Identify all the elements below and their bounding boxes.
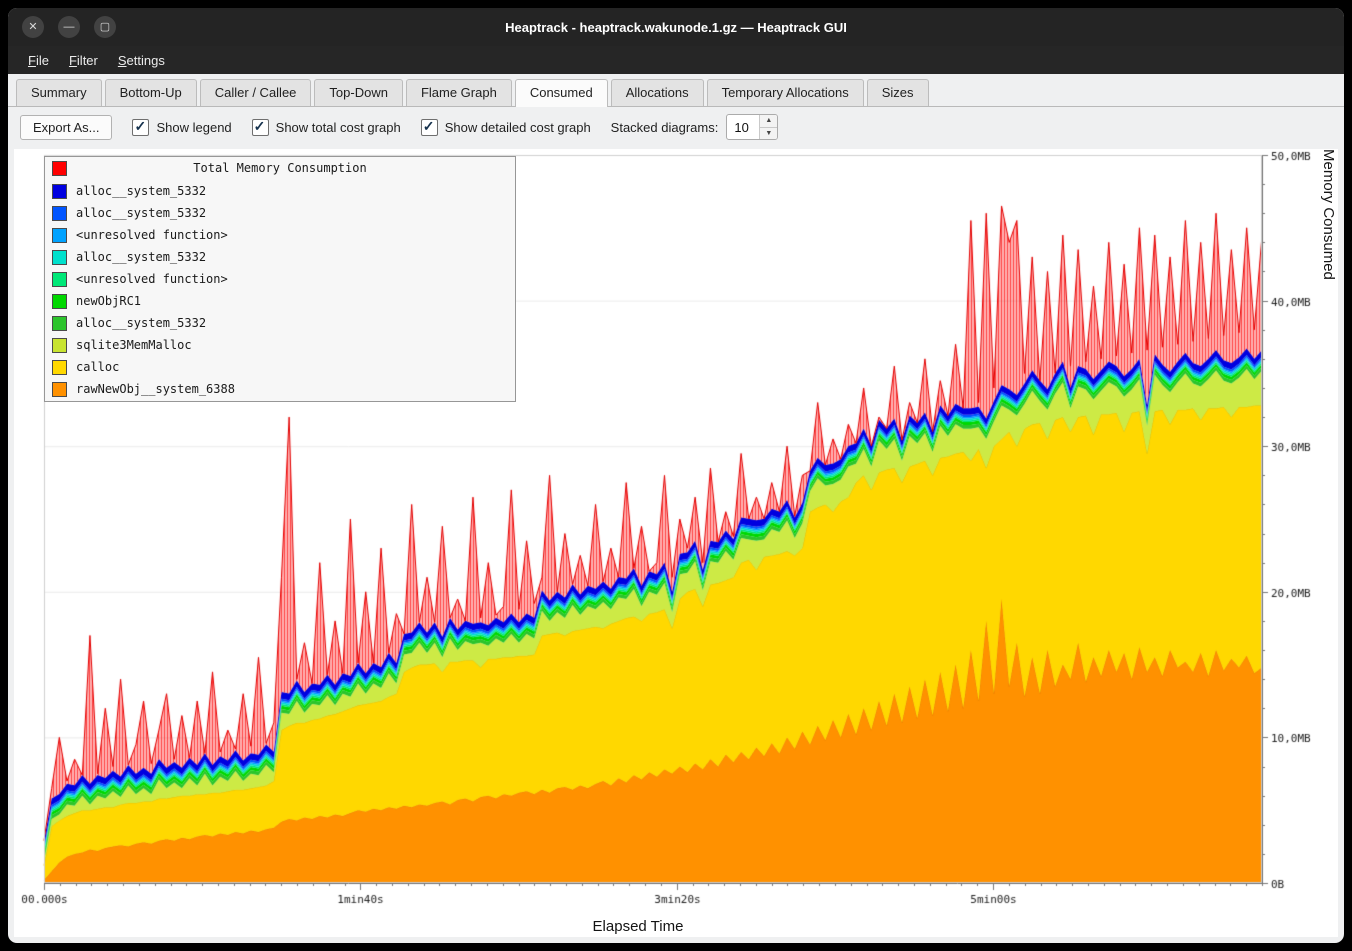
legend-label: alloc__system_5332	[76, 250, 206, 264]
legend-label: alloc__system_5332	[76, 184, 206, 198]
legend-title: Total Memory Consumption	[45, 161, 515, 175]
legend-swatch	[52, 184, 67, 199]
chart-panel: Total Memory Consumption alloc__system_5…	[14, 149, 1338, 937]
menu-settings[interactable]: Settings	[108, 50, 175, 71]
tab-allocations[interactable]: Allocations	[611, 79, 704, 106]
stacked-diagrams-label: Stacked diagrams:	[611, 120, 719, 135]
chart-toolbar: Export As... ✓ Show legend ✓ Show total …	[8, 107, 1344, 147]
legend-swatch	[52, 250, 67, 265]
checkbox-label: Show total cost graph	[276, 120, 401, 135]
legend-label: sqlite3MemMalloc	[76, 338, 192, 352]
checkbox-label: Show detailed cost graph	[445, 120, 591, 135]
show-detailed-cost-checkbox[interactable]: ✓ Show detailed cost graph	[421, 119, 591, 136]
legend-item: <unresolved function>	[45, 224, 515, 246]
tab-consumed[interactable]: Consumed	[515, 79, 608, 107]
stacked-diagrams-control: Stacked diagrams: 10 ▲ ▼	[611, 114, 779, 140]
legend-label: alloc__system_5332	[76, 316, 206, 330]
menu-filter[interactable]: Filter	[59, 50, 108, 71]
tab-sizes[interactable]: Sizes	[867, 79, 929, 106]
close-button[interactable]: ✕	[22, 16, 44, 38]
app-window: ✕ — ▢ Heaptrack - heaptrack.wakunode.1.g…	[8, 8, 1344, 943]
tab-caller-callee[interactable]: Caller / Callee	[200, 79, 312, 106]
legend-item: alloc__system_5332	[45, 180, 515, 202]
tabbar: Summary Bottom-Up Caller / Callee Top-Do…	[8, 74, 1344, 107]
checkmark-icon: ✓	[134, 118, 146, 135]
spin-down-button[interactable]: ▼	[760, 128, 777, 140]
legend-item: alloc__system_5332	[45, 202, 515, 224]
legend-label: <unresolved function>	[76, 272, 228, 286]
tab-temporary-allocations[interactable]: Temporary Allocations	[707, 79, 864, 106]
window-title: Heaptrack - heaptrack.wakunode.1.gz — He…	[8, 20, 1344, 35]
stacked-diagrams-value: 10	[727, 115, 759, 139]
legend-item: sqlite3MemMalloc	[45, 334, 515, 356]
export-as-button[interactable]: Export As...	[20, 115, 112, 140]
chevron-up-icon: ▲	[765, 117, 772, 124]
legend-item: rawNewObj__system_6388	[45, 378, 515, 400]
legend-item: newObjRC1	[45, 290, 515, 312]
menubar: File Filter Settings	[8, 46, 1344, 74]
close-icon: ✕	[28, 22, 37, 33]
maximize-icon: ▢	[100, 22, 110, 33]
legend-title-row: Total Memory Consumption	[45, 158, 515, 180]
legend-item: <unresolved function>	[45, 268, 515, 290]
show-legend-checkbox[interactable]: ✓ Show legend	[132, 119, 231, 136]
legend-swatch	[52, 228, 67, 243]
tab-flame-graph[interactable]: Flame Graph	[406, 79, 512, 106]
checkmark-icon: ✓	[423, 118, 435, 135]
tab-top-down[interactable]: Top-Down	[314, 79, 403, 106]
window-controls: ✕ — ▢	[8, 16, 116, 38]
maximize-button[interactable]: ▢	[94, 16, 116, 38]
spin-up-button[interactable]: ▲	[760, 115, 777, 128]
chevron-down-icon: ▼	[765, 130, 772, 137]
menu-file[interactable]: File	[18, 50, 59, 71]
checkmark-icon: ✓	[254, 118, 266, 135]
legend-label: <unresolved function>	[76, 228, 228, 242]
checkbox-box: ✓	[252, 119, 269, 136]
show-total-cost-checkbox[interactable]: ✓ Show total cost graph	[252, 119, 401, 136]
legend-swatch	[52, 338, 67, 353]
legend-swatch	[52, 206, 67, 221]
legend-swatch	[52, 360, 67, 375]
legend-label: alloc__system_5332	[76, 206, 206, 220]
legend-swatch	[52, 382, 67, 397]
legend-item: calloc	[45, 356, 515, 378]
legend-swatch	[52, 294, 67, 309]
legend-swatch	[52, 316, 67, 331]
legend-item: alloc__system_5332	[45, 246, 515, 268]
checkbox-box: ✓	[132, 119, 149, 136]
chart-legend: Total Memory Consumption alloc__system_5…	[44, 156, 516, 402]
stacked-diagrams-spinbox[interactable]: 10 ▲ ▼	[726, 114, 778, 140]
minimize-button[interactable]: —	[58, 16, 80, 38]
spin-buttons: ▲ ▼	[759, 115, 777, 139]
legend-label: rawNewObj__system_6388	[76, 382, 235, 396]
legend-label: newObjRC1	[76, 294, 141, 308]
minimize-icon: —	[64, 22, 75, 33]
legend-label: calloc	[76, 360, 119, 374]
tab-summary[interactable]: Summary	[16, 79, 102, 106]
legend-item: alloc__system_5332	[45, 312, 515, 334]
titlebar: ✕ — ▢ Heaptrack - heaptrack.wakunode.1.g…	[8, 8, 1344, 46]
tab-bottom-up[interactable]: Bottom-Up	[105, 79, 197, 106]
checkbox-label: Show legend	[156, 120, 231, 135]
checkbox-box: ✓	[421, 119, 438, 136]
legend-swatch	[52, 272, 67, 287]
